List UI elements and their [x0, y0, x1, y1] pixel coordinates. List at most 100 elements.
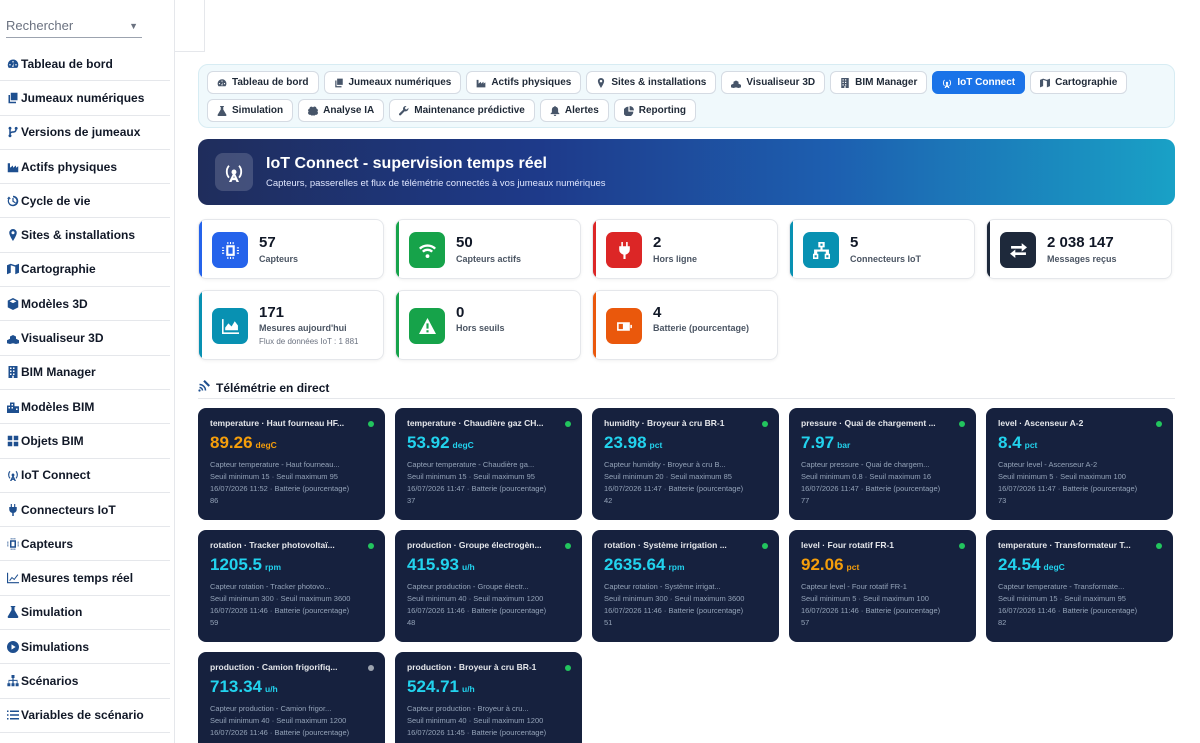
telemetry-card[interactable]: humidity · Broyeur à cru BR-1 23.98 pct Cap… [592, 408, 779, 520]
stat-card: 171 Mesures aujourd'hui Flux de données Io… [198, 290, 384, 360]
broadcast-icon [6, 469, 19, 482]
tab-cartographie[interactable]: Cartographie [1030, 71, 1128, 94]
tab-reporting[interactable]: Reporting [613, 99, 696, 122]
telemetry-value: 8.4 [998, 433, 1022, 452]
telemetry-timestamp: 16/07/2026 11:46 · Batterie (pourcentage… [210, 606, 350, 615]
sidebar-item-sc-narios[interactable]: Scénarios [0, 664, 170, 699]
stat-value: 171 [259, 304, 285, 321]
telemetry-value-row: 24.54 degC [998, 555, 1161, 577]
telemetry-battery: 59 [210, 618, 219, 627]
sidebar-item-bim-manager[interactable]: BIM Manager [0, 356, 170, 390]
tab-sites-installations[interactable]: Sites & installations [586, 71, 717, 94]
sidebar-item-cycle-de-vie[interactable]: Cycle de vie [0, 184, 170, 219]
chevron-down-icon[interactable]: ▼ [129, 21, 138, 31]
stat-value: 57 [259, 234, 276, 251]
telemetry-timestamp: 16/07/2026 11:46 · Batterie (pourcentage… [210, 728, 350, 737]
tab-label: Actifs physiques [491, 77, 572, 88]
tab-analyse-ia[interactable]: Analyse IA [298, 99, 385, 122]
sidebar-item-visualiseur-3d[interactable]: Visualiseur 3D [0, 321, 170, 356]
telemetry-thresholds: Seuil minimum 40 · Seuil maximum 1200 [407, 716, 544, 725]
stat-value: 2 [653, 234, 662, 251]
sidebar-item-simulation[interactable]: Simulation [0, 596, 170, 631]
stat-accent-bar [987, 220, 990, 278]
sidebar-item-jumeaux-num-riques[interactable]: Jumeaux numériques [0, 81, 170, 116]
sidebar-item-tableau-de-bord[interactable]: Tableau de bord [0, 47, 170, 82]
sidebar-item-objets-bim[interactable]: Objets BIM [0, 424, 170, 459]
telemetry-timestamp: 16/07/2026 11:45 · Batterie (pourcentage… [407, 728, 547, 737]
telemetry-card[interactable]: level · Four rotatif FR-1 92.06 pct Capteur… [789, 530, 976, 642]
telemetry-card[interactable]: production · Camion frigorifiq... 713.34 u… [198, 652, 385, 743]
telemetry-battery: 73 [998, 496, 1007, 505]
stat-label: Hors seuils [456, 323, 505, 333]
sidebar-item-simulations[interactable]: Simulations [0, 630, 170, 665]
tab-tableau-de-bord[interactable]: Tableau de bord [207, 71, 319, 94]
tab-simulation[interactable]: Simulation [207, 99, 294, 122]
sidebar-item-label: Mesures temps réel [21, 571, 134, 586]
stat-label: Capteurs actifs [456, 254, 522, 264]
sidebar-item-mod-les-bim[interactable]: Modèles BIM [0, 390, 170, 425]
sidebar-item-sites-installations[interactable]: Sites & installations [0, 218, 170, 253]
telemetry-card[interactable]: temperature · Haut fourneau HF... 89.26 de… [198, 408, 385, 520]
sidebar-item-mesures-temps-r-el[interactable]: Mesures temps réel [0, 561, 170, 596]
tab-alertes[interactable]: Alertes [539, 99, 609, 122]
tab-iot-connect[interactable]: IoT Connect [932, 71, 1026, 94]
sidebar-item-actifs-physiques[interactable]: Actifs physiques [0, 150, 170, 185]
telemetry-card[interactable]: temperature · Chaudière gaz CH... 53.92 de… [395, 408, 582, 520]
sidebar-item-label: Simulations [21, 639, 90, 654]
sidebar-item-iot-connect[interactable]: IoT Connect [0, 459, 170, 493]
tab-jumeaux-num-riques[interactable]: Jumeaux numériques [323, 71, 462, 94]
telemetry-card-title: level · Ascenseur A-2 [998, 418, 1084, 428]
telemetry-card[interactable]: rotation · Système irrigation ... 2635.64… [592, 530, 779, 642]
network-icon [803, 232, 839, 268]
telemetry-unit: pct [846, 562, 860, 572]
app-root: Rechercher ▼ Tableau de bord Jumeaux numé… [0, 0, 1200, 743]
telemetry-thresholds: Seuil minimum 0.8 · Seuil maximum 16 [801, 472, 932, 481]
sidebar-item-mod-les-3d[interactable]: Modèles 3D [0, 287, 170, 322]
stat-card: 50 Capteurs actifs [395, 219, 581, 279]
tab-maintenance-pr-dictive[interactable]: Maintenance prédictive [389, 99, 535, 122]
tab-label: Maintenance prédictive [414, 105, 525, 116]
tab-bim-manager[interactable]: BIM Manager [830, 71, 928, 94]
telemetry-card-title: rotation · Tracker photovoltaï... [210, 540, 335, 550]
telemetry-sensor-name: Capteur level - Four rotatif FR-1 [801, 582, 907, 591]
telemetry-value-row: 89.26 degC [210, 433, 373, 455]
telemetry-value: 415.93 [407, 555, 459, 574]
telemetry-card[interactable]: production · Groupe électrogèn... 415.93 u… [395, 530, 582, 642]
cubes-icon [731, 78, 746, 88]
status-dot-icon [1156, 543, 1162, 549]
status-dot-icon [959, 421, 965, 427]
search-input[interactable]: Rechercher ▼ [6, 14, 142, 38]
stat-card: 2 038 147 Messages reçus [986, 219, 1172, 279]
sidebar-item-versions-de-jumeaux[interactable]: Versions de jumeaux [0, 116, 170, 150]
module-tabs: Tableau de bord Jumeaux numériques Actifs … [198, 64, 1175, 128]
telemetry-timestamp: 16/07/2026 11:46 · Batterie (pourcentage… [407, 606, 547, 615]
telemetry-card-title: temperature · Chaudière gaz CH... [407, 418, 544, 428]
list-icon [6, 709, 19, 722]
tab-visualiseur-3d[interactable]: Visualiseur 3D [721, 71, 826, 94]
telemetry-card[interactable]: temperature · Transformateur T... 24.54 de… [986, 530, 1173, 642]
telemetry-card[interactable]: rotation · Tracker photovoltaï... 1205.5 r… [198, 530, 385, 642]
tab-label: Sites & installations [611, 77, 707, 88]
telemetry-card-title: production · Groupe électrogèn... [407, 540, 542, 550]
telemetry-card[interactable]: production · Broyeur à cru BR-1 524.71 u/h… [395, 652, 582, 743]
telemetry-card-title: temperature · Transformateur T... [998, 540, 1131, 550]
sidebar-item-variables-de-sc-nario[interactable]: Variables de scénario [0, 699, 170, 733]
tab-actifs-physiques[interactable]: Actifs physiques [466, 71, 582, 94]
status-dot-icon [368, 421, 374, 427]
sidebar-item-capteurs[interactable]: Capteurs [0, 527, 170, 562]
telemetry-value: 89.26 [210, 433, 253, 452]
branch-icon [6, 126, 19, 139]
copy-icon [334, 78, 349, 88]
sidebar-item-cartographie[interactable]: Cartographie [0, 253, 170, 288]
brain-icon [308, 106, 323, 116]
telemetry-card[interactable]: level · Ascenseur A-2 8.4 pct Capteur level… [986, 408, 1173, 520]
sidebar-item-connecteurs-iot[interactable]: Connecteurs IoT [0, 493, 170, 528]
plug-icon [606, 232, 642, 268]
telemetry-battery: 86 [210, 496, 219, 505]
sidebar-item-label: Versions de jumeaux [21, 125, 141, 140]
telemetry-battery: 57 [801, 618, 810, 627]
telemetry-card[interactable]: pressure · Quai de chargement ... 7.97 bar… [789, 408, 976, 520]
sidebar-item-label: Visualiseur 3D [21, 331, 104, 346]
telemetry-thresholds: Seuil minimum 40 · Seuil maximum 1200 [210, 716, 347, 725]
stat-accent-bar [593, 291, 596, 359]
